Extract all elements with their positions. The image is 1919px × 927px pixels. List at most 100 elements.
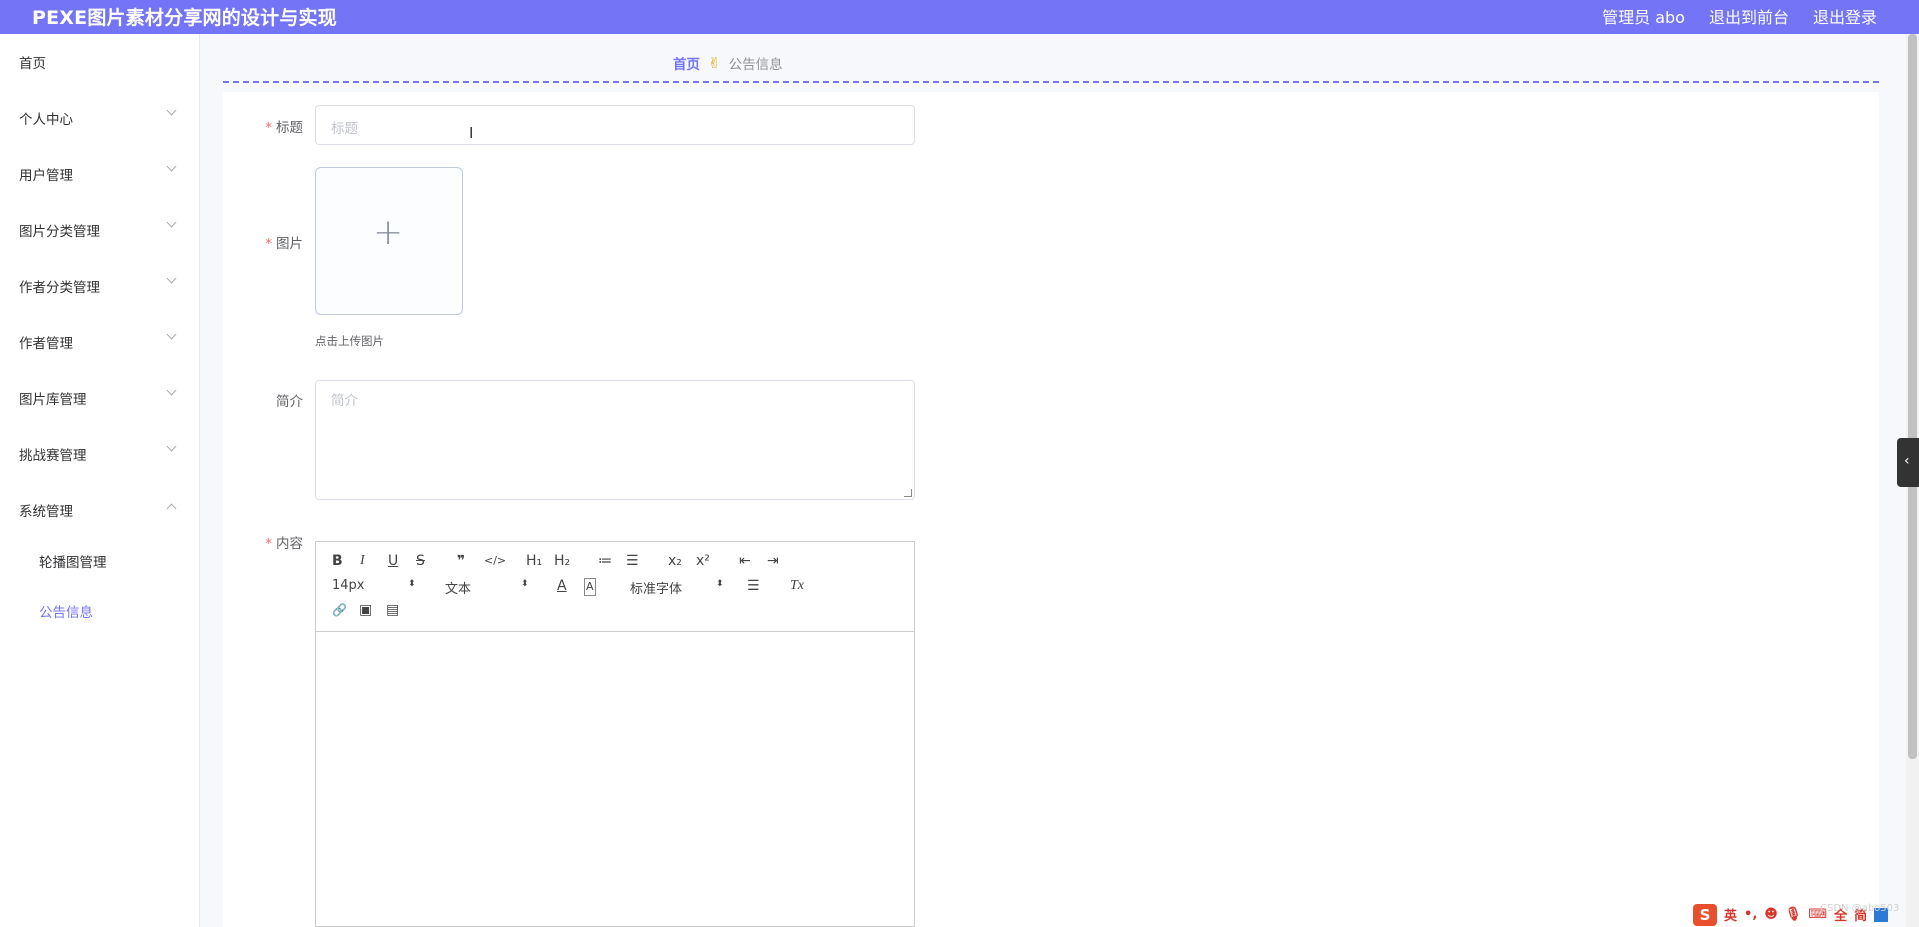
sidebar-item-label: 挑战赛管理 <box>19 448 87 464</box>
indent-button[interactable]: ⇥ <box>767 553 779 569</box>
required-mark: * <box>265 236 272 252</box>
sidebar-item-challenge[interactable]: 挑战赛管理 <box>0 433 200 473</box>
microphone-icon[interactable]: 🎙 <box>1785 907 1802 922</box>
required-mark: * <box>265 536 272 552</box>
subscript-button[interactable]: x₂ <box>668 553 682 569</box>
font-family-value: 标准字体 <box>630 582 683 597</box>
title-input[interactable]: 标题 <box>315 105 915 145</box>
select-caret-icon: ⬍ <box>521 579 529 589</box>
sidebar-item-personal-center[interactable]: 个人中心 <box>0 97 200 137</box>
select-caret-icon: ⬍ <box>716 579 724 589</box>
font-family-select[interactable]: 标准字体 ⬍ <box>630 578 724 597</box>
admin-user-label[interactable]: 管理员 abo <box>1602 4 1685 28</box>
chevron-down-icon <box>166 329 177 340</box>
sidebar-item-label: 个人中心 <box>19 112 73 128</box>
content-label: * 内容 <box>223 532 303 552</box>
editor-toolbar: B I U S ❞ </> H₁ H₂ ≔ ☰ x₂ x² ⇤ ⇥ 14px ⬍… <box>316 542 914 632</box>
chevron-down-icon <box>166 273 177 284</box>
italic-button[interactable]: I <box>360 553 365 569</box>
chevron-down-icon <box>166 385 177 396</box>
sidebar-item-system[interactable]: 系统管理 <box>0 489 200 529</box>
rich-text-editor: B I U S ❞ </> H₁ H₂ ≔ ☰ x₂ x² ⇤ ⇥ 14px ⬍… <box>315 541 915 927</box>
strike-button[interactable]: S <box>416 553 425 569</box>
title-label: * 标题 <box>223 116 303 136</box>
breadcrumb-current: 公告信息 <box>728 57 783 73</box>
image-label: * 图片 <box>223 232 303 252</box>
sidebar-subitem-notice[interactable]: 公告信息 <box>0 590 200 630</box>
chevron-up-icon <box>166 503 177 514</box>
intro-label: 简介 <box>223 390 303 410</box>
ime-punct[interactable]: •, <box>1744 907 1757 922</box>
sidebar: 首页 个人中心 用户管理 图片分类管理 作者分类管理 作者管理 图片库管理 挑战… <box>0 34 200 927</box>
resize-handle-icon[interactable] <box>904 489 912 497</box>
clean-format-button[interactable]: Tx <box>790 578 804 594</box>
bullet-list-button[interactable]: ☰ <box>626 553 639 569</box>
sidebar-item-label: 系统管理 <box>19 504 73 520</box>
breadcrumb-home[interactable]: 首页 <box>673 53 700 73</box>
sidebar-subitem-label: 公告信息 <box>39 605 93 621</box>
chevron-down-icon <box>166 217 177 228</box>
sidebar-subitem-carousel[interactable]: 轮播图管理 <box>0 540 200 580</box>
sidebar-item-image-category[interactable]: 图片分类管理 <box>0 209 200 249</box>
background-color-button[interactable]: A <box>584 578 596 596</box>
sogou-logo-icon[interactable]: S <box>1693 903 1717 926</box>
sidebar-item-author-category[interactable]: 作者分类管理 <box>0 265 200 305</box>
link-button[interactable]: 🔗 <box>332 602 347 618</box>
required-mark: * <box>265 120 272 136</box>
video-button[interactable]: ▤ <box>386 602 399 618</box>
sidebar-item-label: 作者管理 <box>19 336 73 352</box>
emoji-icon[interactable]: ☻ <box>1764 907 1778 922</box>
sidebar-item-user-management[interactable]: 用户管理 <box>0 153 200 193</box>
h2-button[interactable]: H₂ <box>554 553 570 569</box>
intro-placeholder: 简介 <box>331 393 358 409</box>
sidebar-item-label: 首页 <box>19 56 46 72</box>
app-title: PEXE图片素材分享网的设计与实现 <box>32 7 337 29</box>
plus-icon: + <box>373 212 404 253</box>
sidebar-item-label: 用户管理 <box>19 168 73 184</box>
chevron-left-icon: ‹ <box>1904 453 1910 469</box>
image-label-text: 图片 <box>276 236 303 252</box>
code-button[interactable]: </> <box>484 553 506 569</box>
text-color-button[interactable]: A <box>557 578 567 594</box>
bold-button[interactable]: B <box>332 553 343 569</box>
image-uploader[interactable]: + <box>315 167 463 315</box>
outdent-button[interactable]: ⇤ <box>739 553 751 569</box>
breadcrumb: 首页 ✌ 公告信息 <box>673 53 783 73</box>
sidebar-item-author-management[interactable]: 作者管理 <box>0 321 200 361</box>
block-type-select[interactable]: 文本 ⬍ <box>445 578 529 597</box>
divider <box>223 81 1879 83</box>
chevron-down-icon <box>166 161 177 172</box>
content-label-text: 内容 <box>276 536 303 552</box>
sidebar-item-label: 图片分类管理 <box>19 224 100 240</box>
sidebar-item-image-library[interactable]: 图片库管理 <box>0 377 200 417</box>
underline-button[interactable]: U <box>388 553 398 569</box>
top-navbar: PEXE图片素材分享网的设计与实现 管理员 abo 退出到前台 退出登录 <box>0 0 1919 34</box>
title-label-text: 标题 <box>276 120 303 136</box>
collapse-panel-tab[interactable]: ‹ <box>1897 438 1919 487</box>
block-type-value: 文本 <box>445 582 472 597</box>
sidebar-subitem-label: 轮播图管理 <box>39 555 107 571</box>
watermark: CSDN @abo503 <box>1820 903 1900 914</box>
sidebar-item-label: 图片库管理 <box>19 392 87 408</box>
editor-content-area[interactable] <box>316 633 914 926</box>
logout-link[interactable]: 退出登录 <box>1813 4 1877 28</box>
quote-button[interactable]: ❞ <box>457 553 465 569</box>
header-actions: 管理员 abo 退出到前台 退出登录 <box>1602 4 1877 28</box>
sidebar-item-label: 作者分类管理 <box>19 280 100 296</box>
chevron-down-icon <box>166 441 177 452</box>
chevron-down-icon <box>166 105 177 116</box>
intro-textarea[interactable]: 简介 <box>315 380 915 500</box>
h1-button[interactable]: H₁ <box>526 553 542 569</box>
align-button[interactable]: ☰ <box>747 578 760 594</box>
superscript-button[interactable]: x² <box>696 553 710 569</box>
title-placeholder: 标题 <box>331 121 358 137</box>
ordered-list-button[interactable]: ≔ <box>598 553 612 569</box>
scrollbar-thumb[interactable] <box>1908 34 1917 759</box>
exit-to-front-link[interactable]: 退出到前台 <box>1709 4 1789 28</box>
image-button[interactable]: ▣ <box>359 602 372 618</box>
font-size-value: 14px <box>332 578 365 593</box>
font-size-select[interactable]: 14px ⬍ <box>332 578 416 593</box>
sidebar-item-home[interactable]: 首页 <box>0 41 200 81</box>
ime-lang[interactable]: 英 <box>1724 905 1737 924</box>
upload-tip: 点击上传图片 <box>315 334 384 348</box>
